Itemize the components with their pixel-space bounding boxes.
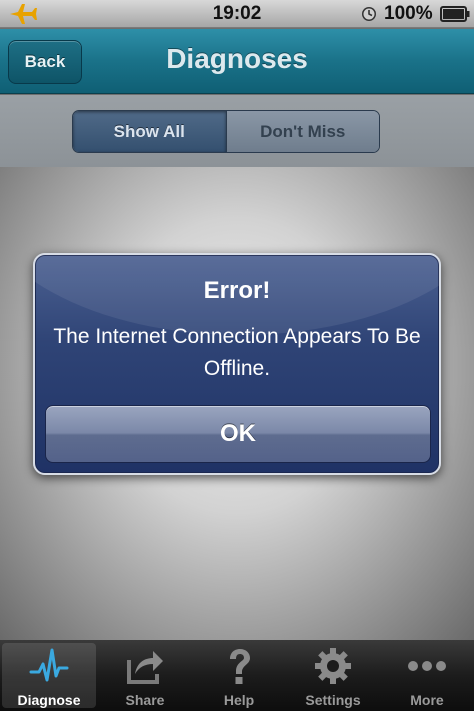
battery-icon	[440, 6, 470, 22]
pulse-icon	[29, 648, 69, 682]
status-bar: 19:02 100%	[0, 0, 474, 28]
tab-share[interactable]: Share	[98, 640, 192, 711]
tab-label: Share	[125, 692, 165, 708]
more-dots-icon	[408, 661, 446, 671]
error-alert-dialog: Error! The Internet Connection Appears T…	[33, 253, 441, 475]
tab-label: Help	[223, 692, 255, 708]
tab-settings[interactable]: Settings	[286, 640, 380, 711]
page-title: Diagnoses	[166, 43, 308, 74]
tab-label: Diagnose	[17, 692, 81, 708]
share-icon	[127, 651, 163, 684]
alert-title: Error!	[203, 277, 271, 304]
filter-segmented-control: Show All Don't Miss	[72, 110, 380, 153]
tab-bar: Diagnose Share Help Settings More	[0, 640, 474, 711]
segment-show-all[interactable]: Show All	[73, 111, 226, 152]
tab-help[interactable]: Help	[192, 640, 286, 711]
battery-percent: 100%	[384, 3, 433, 24]
segment-toolbar: Show All Don't Miss	[0, 95, 474, 167]
navigation-bar: Back Diagnoses	[0, 29, 474, 94]
question-icon	[230, 649, 250, 684]
tab-diagnose[interactable]: Diagnose	[2, 643, 96, 708]
ok-button[interactable]: OK	[45, 405, 431, 463]
tab-label: Settings	[305, 692, 361, 708]
clock-icon	[362, 7, 376, 21]
gear-icon	[315, 648, 351, 684]
alert-message: The Internet Connection Appears To Be Of…	[53, 325, 421, 380]
tab-more[interactable]: More	[380, 640, 474, 711]
tab-label: More	[410, 692, 444, 708]
segment-dont-miss[interactable]: Don't Miss	[225, 111, 379, 152]
